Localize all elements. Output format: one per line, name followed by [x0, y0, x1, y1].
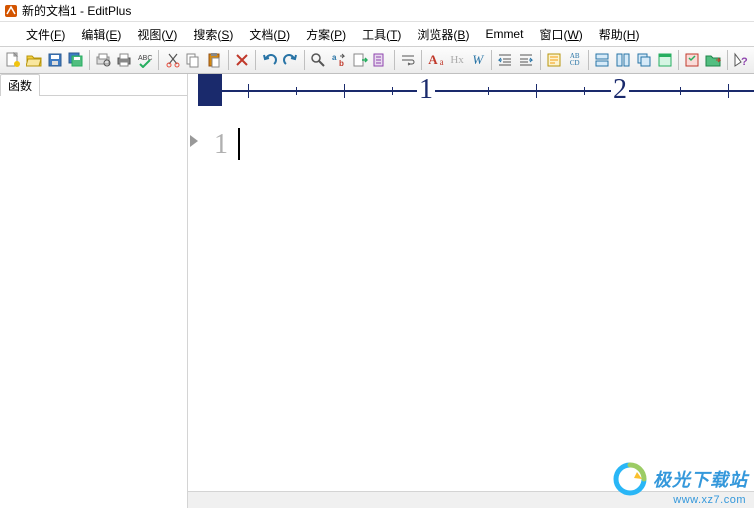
- font-size-button[interactable]: Aa: [426, 49, 445, 71]
- svg-text:b: b: [339, 59, 344, 68]
- menu-browser[interactable]: 浏览器(B): [409, 23, 477, 46]
- tile-horizontal-button[interactable]: [614, 49, 633, 71]
- preferences-button[interactable]: [683, 49, 702, 71]
- titlebar: 新的文档1 - EditPlus: [0, 0, 754, 22]
- highlight-button[interactable]: [545, 49, 564, 71]
- ruler-mark-1: 1: [417, 74, 435, 106]
- window-list-button[interactable]: [593, 49, 612, 71]
- redo-button[interactable]: [281, 49, 300, 71]
- delete-button[interactable]: [233, 49, 252, 71]
- wordwrap-button[interactable]: [399, 49, 418, 71]
- current-line-arrow-icon: [190, 135, 198, 147]
- indent-left-button[interactable]: [496, 49, 515, 71]
- cascade-button[interactable]: [635, 49, 654, 71]
- column-select-button[interactable]: AB CD: [565, 49, 584, 71]
- find-button[interactable]: [309, 49, 328, 71]
- menu-view[interactable]: 视图(V): [129, 23, 185, 46]
- goto-button[interactable]: [350, 49, 369, 71]
- hex-button[interactable]: Hx: [448, 49, 467, 71]
- directory-button[interactable]: [704, 49, 723, 71]
- text-area[interactable]: [234, 106, 754, 491]
- toolbar: ABC ab Aa Hx W AB CD ?: [0, 46, 754, 74]
- menu-project[interactable]: 方案(P): [298, 23, 354, 46]
- sidebar: 函数: [0, 74, 188, 508]
- undo-button[interactable]: [260, 49, 279, 71]
- menu-tools[interactable]: 工具(T): [354, 23, 409, 46]
- sidebar-tabs: 函数: [0, 74, 187, 96]
- paste-button[interactable]: [205, 49, 224, 71]
- editor-body: 1: [188, 106, 754, 491]
- ruler[interactable]: 1 2: [188, 74, 754, 106]
- indent-right-button[interactable]: [517, 49, 536, 71]
- main-area: 函数 1 2 1: [0, 74, 754, 508]
- save-button[interactable]: [46, 49, 65, 71]
- svg-text:?: ?: [741, 56, 748, 68]
- open-file-button[interactable]: [25, 49, 44, 71]
- menu-search[interactable]: 搜索(S): [185, 23, 241, 46]
- editor: 1 2 1: [188, 74, 754, 508]
- new-file-button[interactable]: [4, 49, 23, 71]
- spellcheck-button[interactable]: ABC: [136, 49, 155, 71]
- gutter: 1: [188, 106, 234, 491]
- menu-edit[interactable]: 编辑(E): [73, 23, 129, 46]
- sidebar-body: [0, 96, 187, 508]
- maximize-button[interactable]: [655, 49, 674, 71]
- bookmark-button[interactable]: [371, 49, 390, 71]
- horizontal-scrollbar[interactable]: [188, 491, 754, 508]
- menu-doc[interactable]: 文档(D): [241, 23, 298, 46]
- help-button[interactable]: ?: [731, 49, 750, 71]
- menubar: 文件(F) 编辑(E) 视图(V) 搜索(S) 文档(D) 方案(P) 工具(T…: [0, 22, 754, 46]
- print-preview-button[interactable]: [94, 49, 113, 71]
- browser-button[interactable]: W: [468, 49, 487, 71]
- app-icon: [4, 4, 18, 18]
- ruler-mark-2: 2: [611, 74, 629, 106]
- menu-help[interactable]: 帮助(H): [591, 23, 648, 46]
- sidebar-tab-functions[interactable]: 函数: [0, 74, 40, 96]
- caret: [238, 128, 240, 160]
- menu-emmet[interactable]: Emmet: [477, 24, 531, 44]
- copy-button[interactable]: [184, 49, 203, 71]
- cut-button[interactable]: [163, 49, 182, 71]
- menu-window[interactable]: 窗口(W): [531, 23, 590, 46]
- print-button[interactable]: [115, 49, 134, 71]
- replace-button[interactable]: ab: [329, 49, 348, 71]
- window-title: 新的文档1 - EditPlus: [22, 2, 131, 19]
- save-all-button[interactable]: [66, 49, 85, 71]
- menu-file[interactable]: 文件(F): [18, 23, 73, 46]
- svg-text:a: a: [332, 53, 337, 62]
